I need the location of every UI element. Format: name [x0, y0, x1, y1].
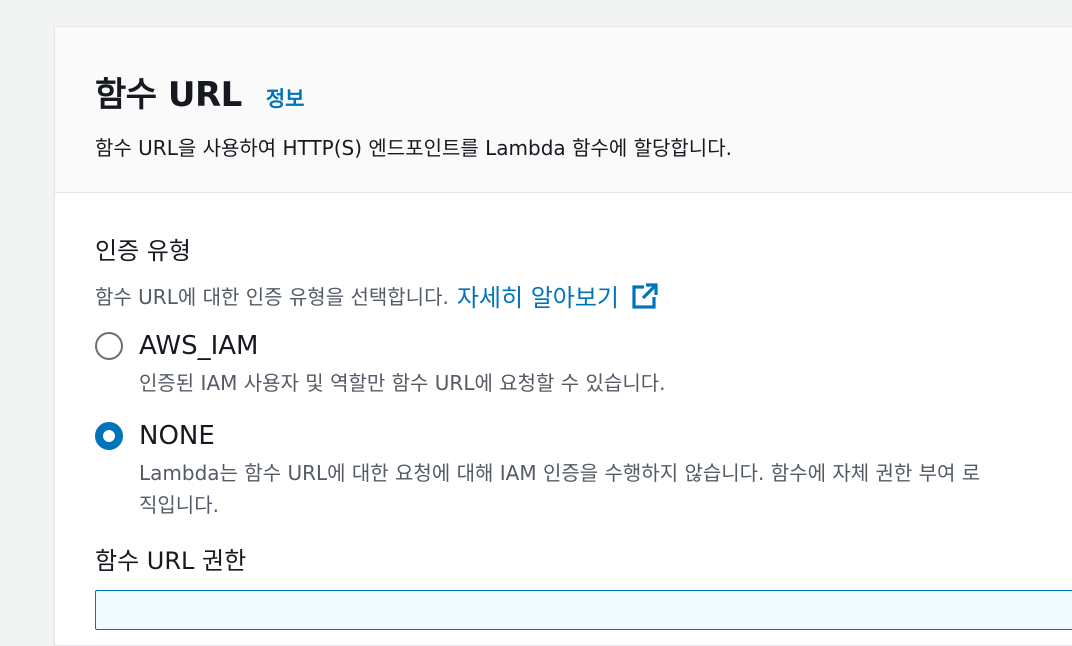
panel-body: 인증 유형 함수 URL에 대한 인증 유형을 선택합니다. 자세히 알아보기 …	[55, 193, 1072, 630]
panel-description: 함수 URL을 사용하여 HTTP(S) 엔드포인트를 Lambda 함수에 할…	[95, 136, 732, 160]
radio-description-aws-iam: 인증된 IAM 사용자 및 역할만 함수 URL에 요청할 수 있습니다.	[139, 371, 666, 395]
function-url-panel: 함수 URL 정보 함수 URL을 사용하여 HTTP(S) 엔드포인트를 La…	[54, 26, 1072, 646]
radio-label-none[interactable]: NONE	[139, 419, 1039, 453]
radio-label-aws-iam[interactable]: AWS_IAM	[139, 329, 1039, 363]
auth-type-description: 함수 URL에 대한 인증 유형을 선택합니다. 자세히 알아보기	[95, 278, 1072, 313]
radio-button-aws-iam[interactable]	[95, 332, 123, 360]
auth-type-description-text: 함수 URL에 대한 인증 유형을 선택합니다.	[95, 285, 449, 309]
radio-option-none[interactable]: NONE Lambda는 함수 URL에 대한 요청에 대해 IAM 인증을 수…	[95, 419, 1072, 521]
radio-text-none: NONE Lambda는 함수 URL에 대한 요청에 대해 IAM 인증을 수…	[139, 419, 1039, 521]
radio-description-none-line1: Lambda는 함수 URL에 대한 요청에 대해 IAM 인증을 수행하지 않…	[139, 461, 981, 485]
url-permissions-alert	[95, 590, 1072, 630]
radio-text-aws-iam: AWS_IAM 인증된 IAM 사용자 및 역할만 함수 URL에 요청할 수 …	[139, 329, 1039, 399]
radio-description-none-line2: 직입니다.	[139, 493, 219, 517]
radio-description-none: Lambda는 함수 URL에 대한 요청에 대해 IAM 인증을 수행하지 않…	[139, 457, 1039, 521]
url-permissions-title: 함수 URL 권한	[95, 547, 247, 575]
header-row: 함수 URL 정보	[95, 67, 1072, 116]
radio-option-aws-iam[interactable]: AWS_IAM 인증된 IAM 사용자 및 역할만 함수 URL에 요청할 수 …	[95, 329, 1072, 399]
info-link[interactable]: 정보	[266, 83, 305, 113]
learn-more-label[interactable]: 자세히 알아보기	[457, 278, 619, 313]
auth-type-title: 인증 유형	[95, 237, 191, 265]
page-title: 함수 URL	[95, 75, 242, 115]
learn-more-link[interactable]: 자세히 알아보기	[457, 278, 659, 313]
radio-button-none[interactable]	[95, 422, 123, 450]
external-link-icon	[632, 282, 659, 309]
panel-header: 함수 URL 정보 함수 URL을 사용하여 HTTP(S) 엔드포인트를 La…	[55, 27, 1072, 193]
